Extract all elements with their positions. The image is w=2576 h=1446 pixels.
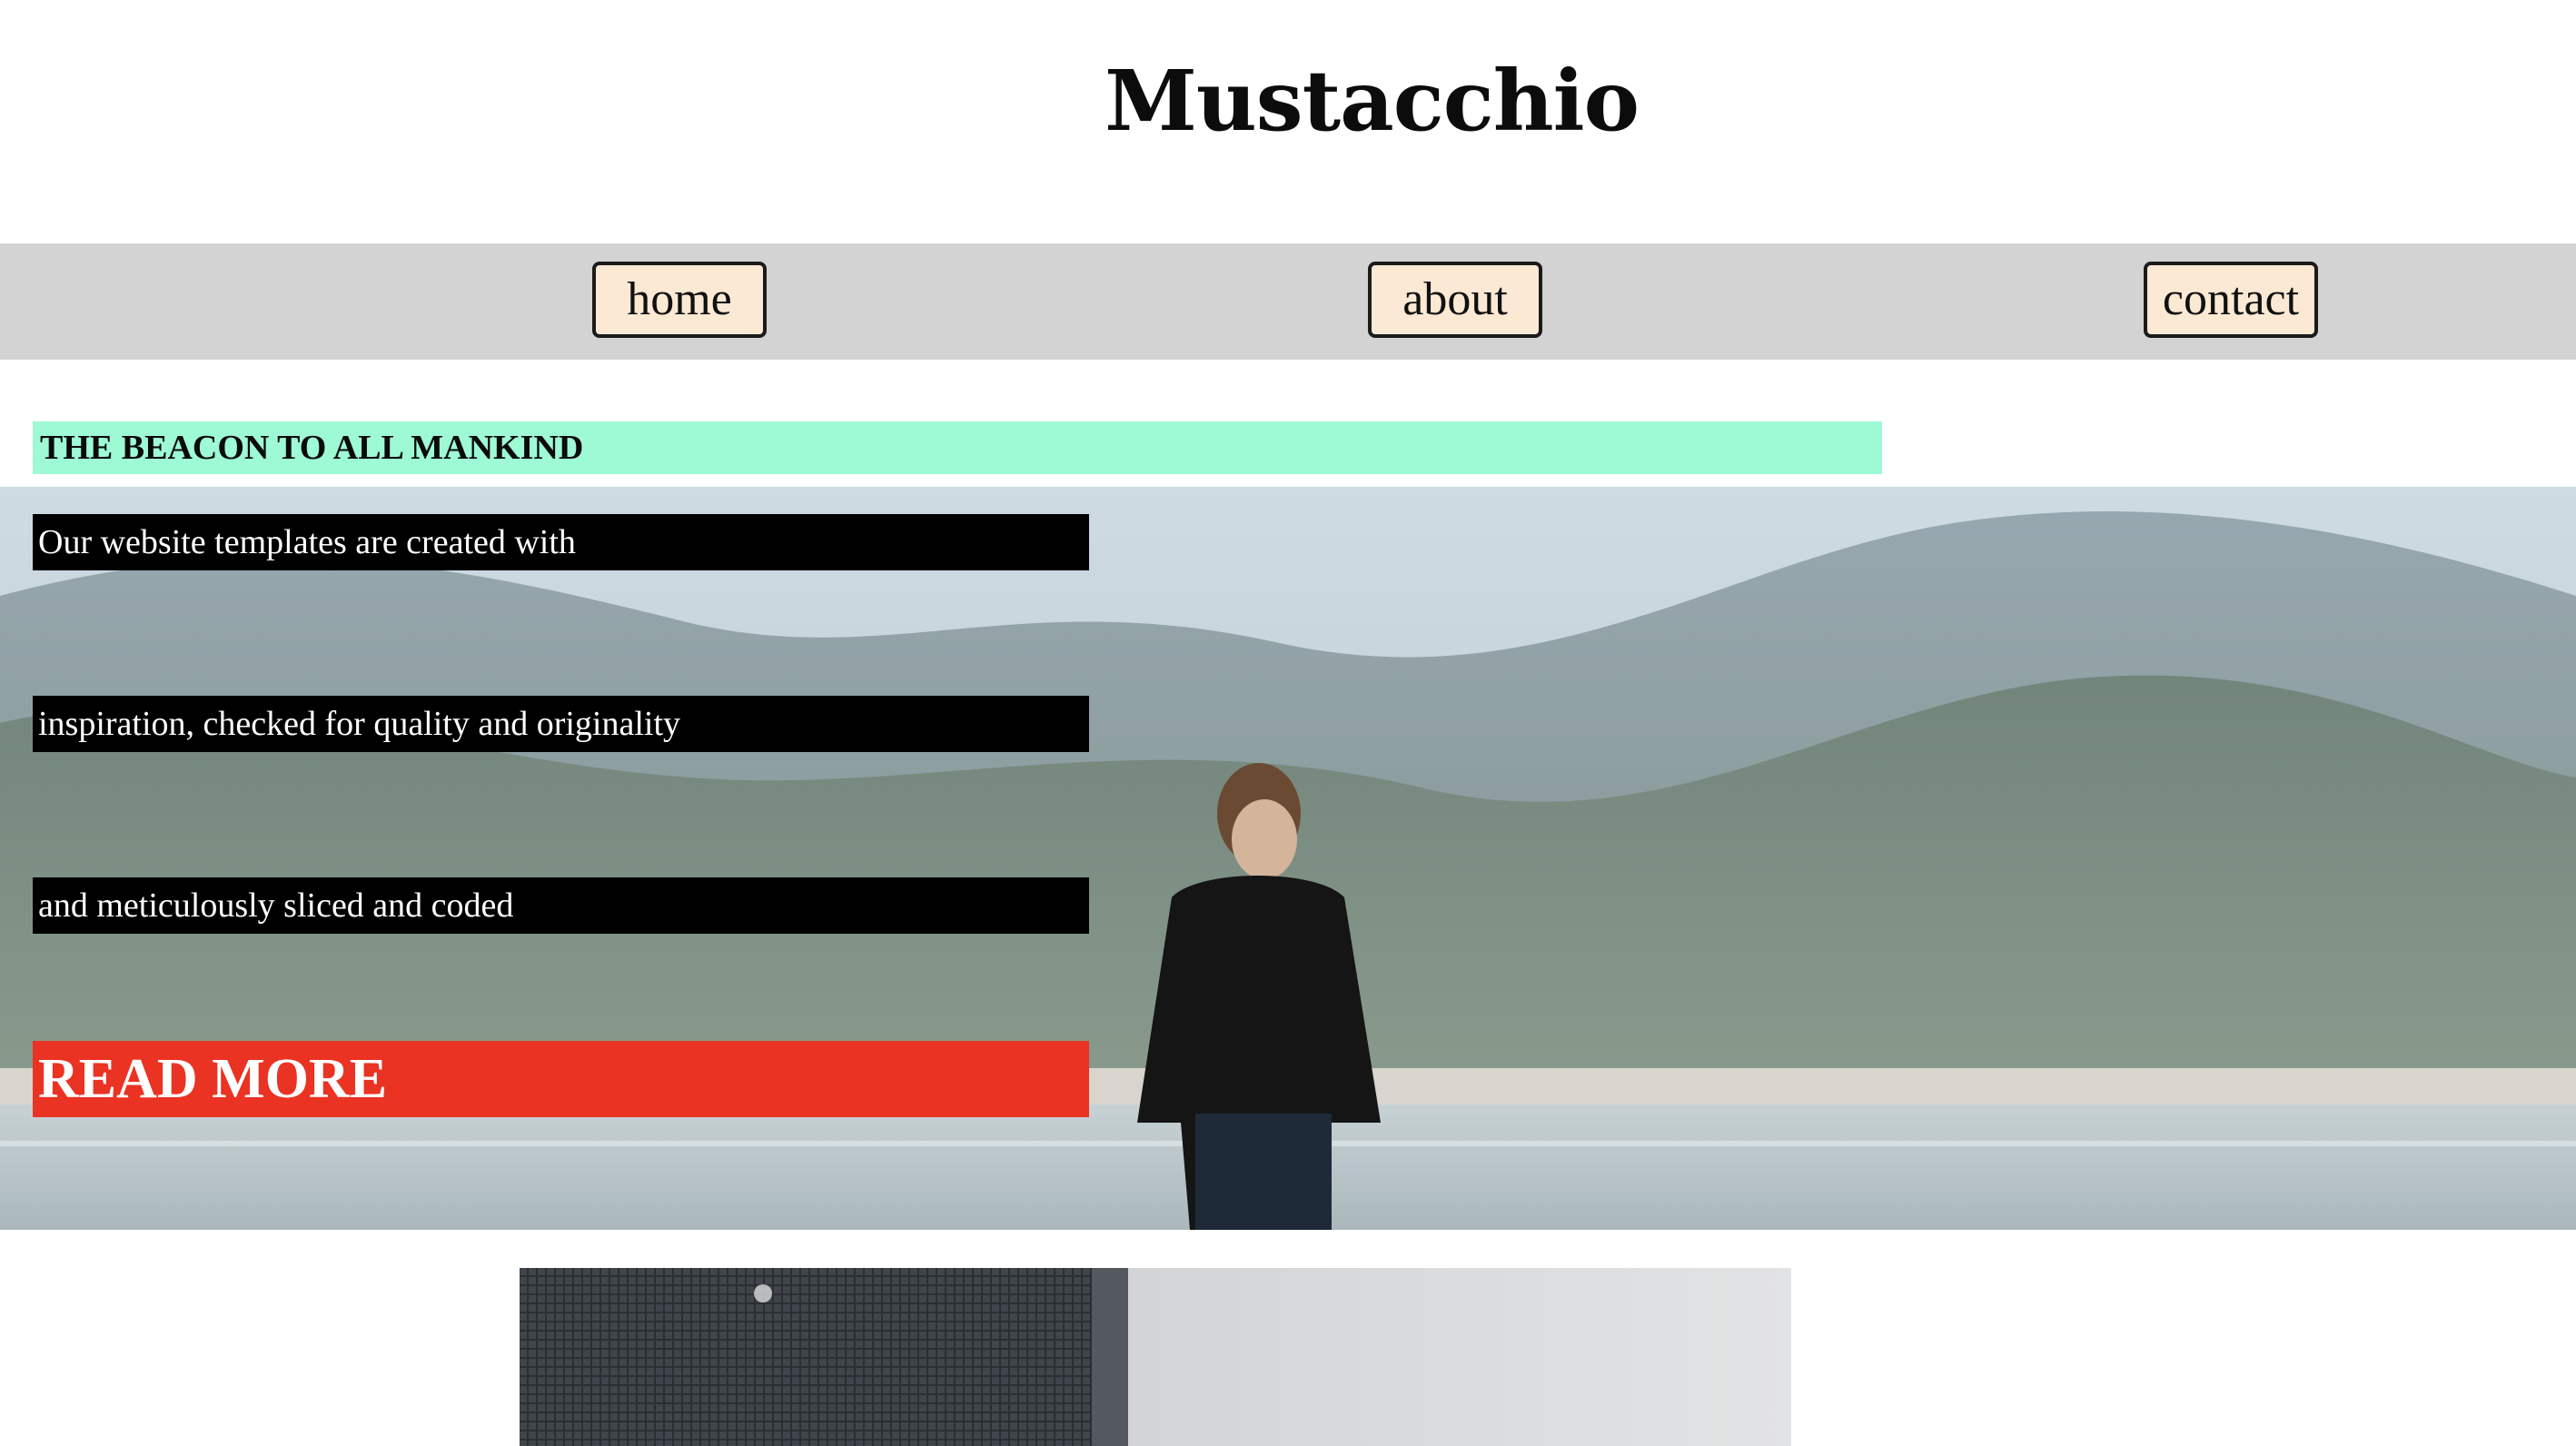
site-title: Mustacchio: [1105, 52, 1640, 150]
second-content-image: [520, 1268, 1791, 1446]
nav-contact-button[interactable]: contact: [2144, 262, 2318, 338]
nav-about-button[interactable]: about: [1368, 262, 1542, 338]
window-mesh-image: [520, 1268, 1791, 1446]
nav-home-button[interactable]: home: [592, 262, 767, 338]
site-header: Mustacchio: [0, 0, 2576, 243]
hero-section: Our website templates are created with i…: [0, 487, 2576, 1230]
read-more-button[interactable]: READ MORE: [33, 1041, 1089, 1117]
tagline-heading: THE BEACON TO ALL MANKIND: [33, 421, 1882, 474]
hero-background-image: [0, 487, 2576, 1230]
hero-text-line: Our website templates are created with: [33, 514, 1089, 570]
hero-text-line: and meticulously sliced and coded: [33, 877, 1089, 934]
hero-text-line: inspiration, checked for quality and ori…: [33, 696, 1089, 752]
main-nav: home about contact: [0, 243, 2576, 360]
